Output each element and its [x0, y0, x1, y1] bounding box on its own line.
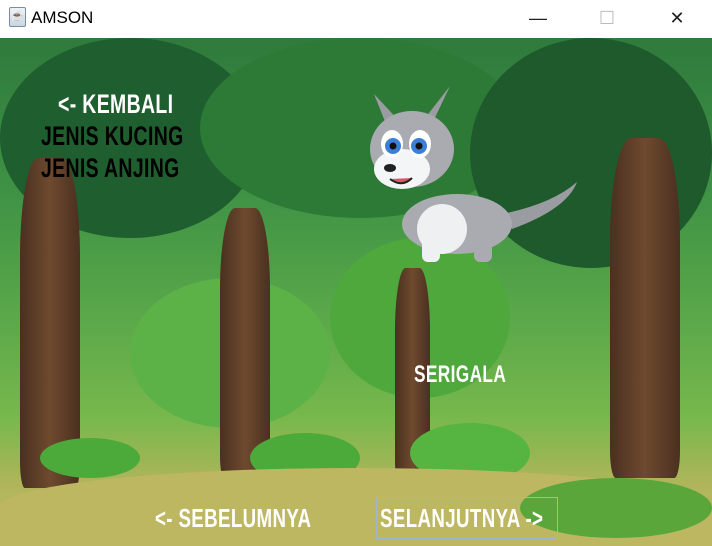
wolf-image: [370, 86, 577, 262]
previous-button[interactable]: <- SEBELUMNYA: [155, 504, 311, 533]
dog-types-link[interactable]: JENIS ANJING: [41, 153, 180, 184]
cat-types-link[interactable]: JENIS KUCING: [41, 121, 184, 152]
java-app-icon: ☕: [9, 7, 26, 27]
next-button-label[interactable]: SELANJUTNYA ->: [380, 504, 543, 533]
animal-name-label: SERIGALA: [414, 361, 507, 388]
title-bar: ☕ AMSON — ☐ ✕: [0, 0, 712, 38]
close-button[interactable]: ✕: [654, 0, 700, 36]
window-title: AMSON: [31, 8, 94, 27]
maximize-button[interactable]: ☐: [584, 0, 630, 36]
back-link[interactable]: <- KEMBALI: [58, 89, 173, 120]
minimize-button[interactable]: —: [515, 0, 561, 36]
